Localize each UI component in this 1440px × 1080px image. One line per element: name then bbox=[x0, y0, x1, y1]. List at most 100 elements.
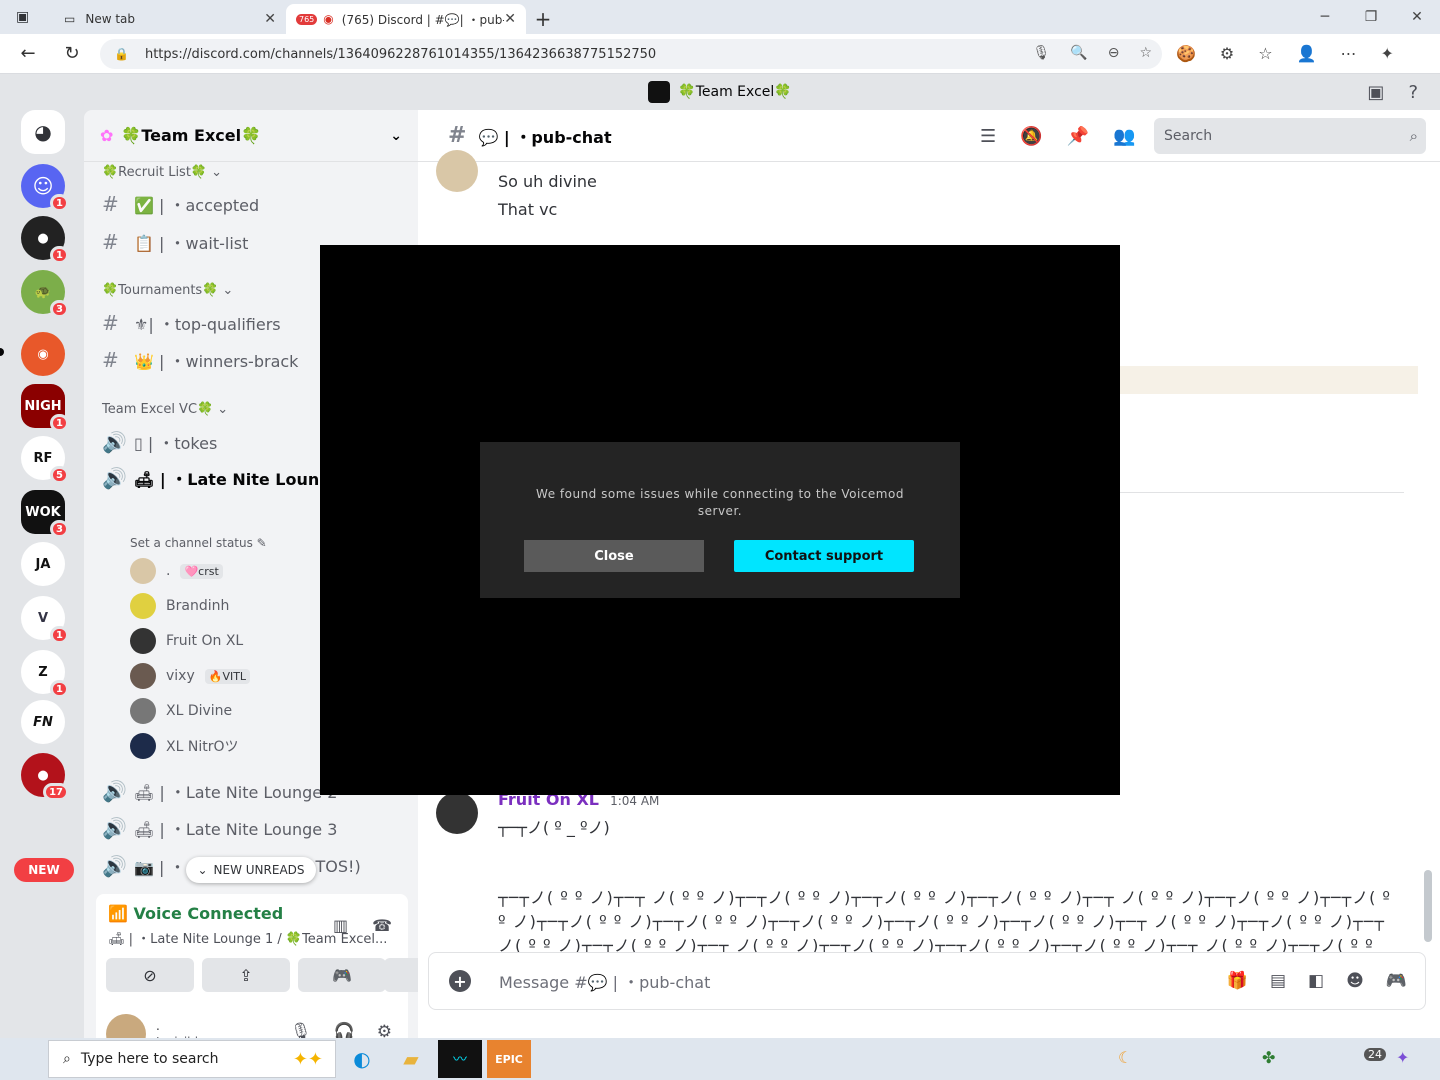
lock-icon[interactable]: 🔒 bbox=[114, 47, 129, 61]
search-input[interactable]: Search ⌕ bbox=[1154, 118, 1426, 154]
server-icon[interactable]: RF 5 bbox=[21, 436, 69, 484]
emoji-icon[interactable]: ☻ bbox=[1346, 971, 1364, 991]
voice-user[interactable]: XL NitrOツ bbox=[130, 733, 238, 759]
category-vc[interactable]: Team Excel VC🍀 ⌄ bbox=[102, 402, 228, 417]
new-unreads-button[interactable]: ⌄ NEW UNREADS bbox=[186, 857, 316, 883]
message-input[interactable]: Message #💬 | ・pub-chat bbox=[499, 969, 710, 993]
avatar[interactable] bbox=[436, 792, 478, 834]
server-header[interactable]: ✿ 🍀Team Excel🍀 ⌄ bbox=[84, 110, 418, 162]
restore-icon[interactable]: ❐ bbox=[1348, 0, 1394, 34]
chevron-down-icon: ⌄ bbox=[211, 165, 223, 180]
close-tab-icon[interactable]: ✕ bbox=[264, 11, 276, 27]
taskbar-search-input[interactable]: ⌕ Type here to search ✦✦ bbox=[48, 1040, 336, 1078]
server-name: 🍀Team Excel🍀 bbox=[121, 126, 261, 145]
reload-icon[interactable]: ↻ bbox=[50, 43, 94, 64]
voice-user[interactable]: XL Divine bbox=[130, 698, 232, 724]
gif-icon[interactable]: ▤ bbox=[1270, 971, 1286, 991]
voice-user[interactable]: . 🩷crst bbox=[130, 558, 223, 584]
file-explorer-icon[interactable]: ▰ bbox=[389, 1040, 433, 1078]
chevron-down-icon: ⌄ bbox=[222, 283, 234, 298]
close-button[interactable]: Close bbox=[524, 540, 704, 572]
extensions-icon[interactable]: ⚙ bbox=[1220, 44, 1234, 63]
member-list-icon[interactable]: 👥 bbox=[1113, 126, 1135, 147]
server-icon[interactable]: 🐢 3 bbox=[21, 270, 69, 318]
server-icon[interactable]: ● 17 bbox=[21, 753, 69, 801]
channel-winners-bracket[interactable]: # 👑 | ・winners-brack bbox=[102, 348, 298, 372]
sticker-icon[interactable]: ◧ bbox=[1308, 971, 1324, 991]
set-channel-status[interactable]: Set a channel status ✎ bbox=[130, 536, 267, 550]
activities-button[interactable]: 🎮 bbox=[298, 958, 386, 992]
server-icon[interactable]: JA bbox=[21, 542, 65, 586]
gift-icon[interactable]: 🎁 bbox=[1227, 971, 1248, 991]
avatar bbox=[130, 593, 156, 619]
favorites-icon[interactable]: ☆ bbox=[1258, 44, 1272, 63]
server-icon[interactable]: WOK 3 bbox=[21, 490, 69, 538]
copilot-tray-icon[interactable]: ✦ bbox=[1396, 1048, 1409, 1067]
new-unreads-pill[interactable]: NEW bbox=[14, 858, 74, 882]
category-tournaments[interactable]: 🍀Tournaments🍀 ⌄ bbox=[102, 283, 233, 298]
voice-connected-status[interactable]: 📶 Voice Connected bbox=[108, 904, 283, 923]
server-icon[interactable]: ☺ 1 bbox=[21, 164, 69, 212]
voice-channel-tokes[interactable]: 🔊 ▯ | ・tokes bbox=[102, 430, 217, 454]
apps-icon[interactable]: 🎮 bbox=[1386, 971, 1407, 991]
server-icon[interactable]: ● 1 bbox=[21, 216, 69, 264]
unread-badge: 1 bbox=[50, 414, 69, 432]
browser-tab-discord[interactable]: 765 ◉ (765) Discord | #💬| ・pub-ch ✕ bbox=[286, 4, 526, 34]
more-icon[interactable]: ⊖ bbox=[1108, 45, 1120, 61]
profile-icon[interactable]: 👤 bbox=[1297, 44, 1317, 63]
menu-icon[interactable]: ⋯ bbox=[1341, 44, 1357, 63]
minimize-icon[interactable]: ─ bbox=[1302, 0, 1348, 34]
chevron-down-icon[interactable]: ⌄ bbox=[390, 128, 402, 144]
server-icon[interactable]: V1 bbox=[21, 596, 69, 644]
voice-user[interactable]: Fruit On XL bbox=[130, 628, 243, 654]
screen-share-button[interactable]: ⇪ bbox=[202, 958, 290, 992]
cookie-icon[interactable]: 🍪 bbox=[1176, 44, 1196, 63]
channel-wait-list[interactable]: # 📋 | ・wait-list bbox=[102, 230, 248, 254]
address-bar[interactable]: 🔒 https://discord.com/channels/136409622… bbox=[100, 39, 1162, 69]
tab-actions-icon[interactable]: ▣ bbox=[16, 9, 29, 25]
user-tag: 🩷crst bbox=[180, 563, 223, 579]
browser-tab-new-tab[interactable]: ▭ New tab ✕ bbox=[54, 4, 286, 34]
zoom-icon[interactable]: 🔍 bbox=[1070, 45, 1087, 61]
voicemod-icon[interactable]: 〰 bbox=[438, 1040, 482, 1078]
favorite-star-icon[interactable]: ☆ bbox=[1139, 45, 1152, 61]
camera-off-button[interactable]: ⊘ bbox=[106, 958, 194, 992]
server-icon[interactable]: NIGH 1 bbox=[21, 384, 69, 432]
close-tab-icon[interactable]: ✕ bbox=[504, 11, 516, 27]
inbox-icon[interactable]: ▣ bbox=[1367, 82, 1384, 103]
edge-browser-icon[interactable]: ◐ bbox=[340, 1040, 384, 1078]
channel-accepted[interactable]: # ✅ | ・accepted bbox=[102, 192, 259, 216]
back-icon[interactable]: ← bbox=[6, 43, 50, 64]
message-composer[interactable]: + Message #💬 | ・pub-chat 🎁 ▤ ◧ ☻ 🎮 bbox=[428, 952, 1426, 1010]
add-attachment-icon[interactable]: + bbox=[449, 970, 471, 992]
voice-user[interactable]: Brandinh bbox=[130, 593, 229, 619]
voice-user[interactable]: vixy 🔥VITL bbox=[130, 663, 251, 689]
help-icon[interactable]: ? bbox=[1408, 82, 1418, 103]
disconnect-icon[interactable]: ☎ bbox=[372, 916, 392, 935]
server-icon[interactable]: Z1 bbox=[21, 650, 69, 698]
notification-count[interactable]: 24 bbox=[1364, 1048, 1386, 1061]
notifications-muted-icon[interactable]: 🔕 bbox=[1020, 126, 1042, 147]
voice-channel-late-nite-lounge-3[interactable]: 🔊 🛋 | ・Late Nite Lounge 3 bbox=[102, 816, 337, 840]
pin-icon[interactable]: 📌 bbox=[1067, 126, 1089, 147]
avatar[interactable] bbox=[436, 150, 478, 192]
voice-actions: ▥ ☎ bbox=[333, 916, 392, 935]
contact-support-button[interactable]: Contact support bbox=[734, 540, 914, 572]
server-icon[interactable]: FN bbox=[21, 700, 65, 744]
noise-suppression-icon[interactable]: ▥ bbox=[333, 916, 348, 935]
close-window-icon[interactable]: ✕ bbox=[1394, 0, 1440, 34]
microphone-icon[interactable]: 🎙 bbox=[1032, 45, 1050, 61]
channel-top-qualifiers[interactable]: # ⚜| ・top-qualifiers bbox=[102, 311, 281, 335]
epic-games-icon[interactable]: EPIC bbox=[487, 1040, 531, 1078]
threads-icon[interactable]: ☰ bbox=[980, 126, 996, 147]
copilot-icon[interactable]: ✦ bbox=[1381, 44, 1394, 63]
server-icon[interactable]: ◉ bbox=[21, 332, 65, 376]
new-tab-button[interactable]: + bbox=[526, 4, 560, 34]
voice-channel-late-nite-lounge-2[interactable]: 🔊 🛋 | ・Late Nite Lounge 2 bbox=[102, 779, 337, 803]
moon-icon[interactable]: ☾ bbox=[1118, 1048, 1132, 1067]
speaker-icon: 🔊 bbox=[102, 779, 127, 803]
category-recruit[interactable]: 🍀Recruit List🍀 ⌄ bbox=[102, 165, 222, 180]
clover-tray-icon[interactable]: ✤ bbox=[1262, 1048, 1275, 1067]
chat-scrollbar[interactable] bbox=[1424, 870, 1432, 942]
discord-home-icon[interactable]: ◕ bbox=[21, 110, 65, 154]
